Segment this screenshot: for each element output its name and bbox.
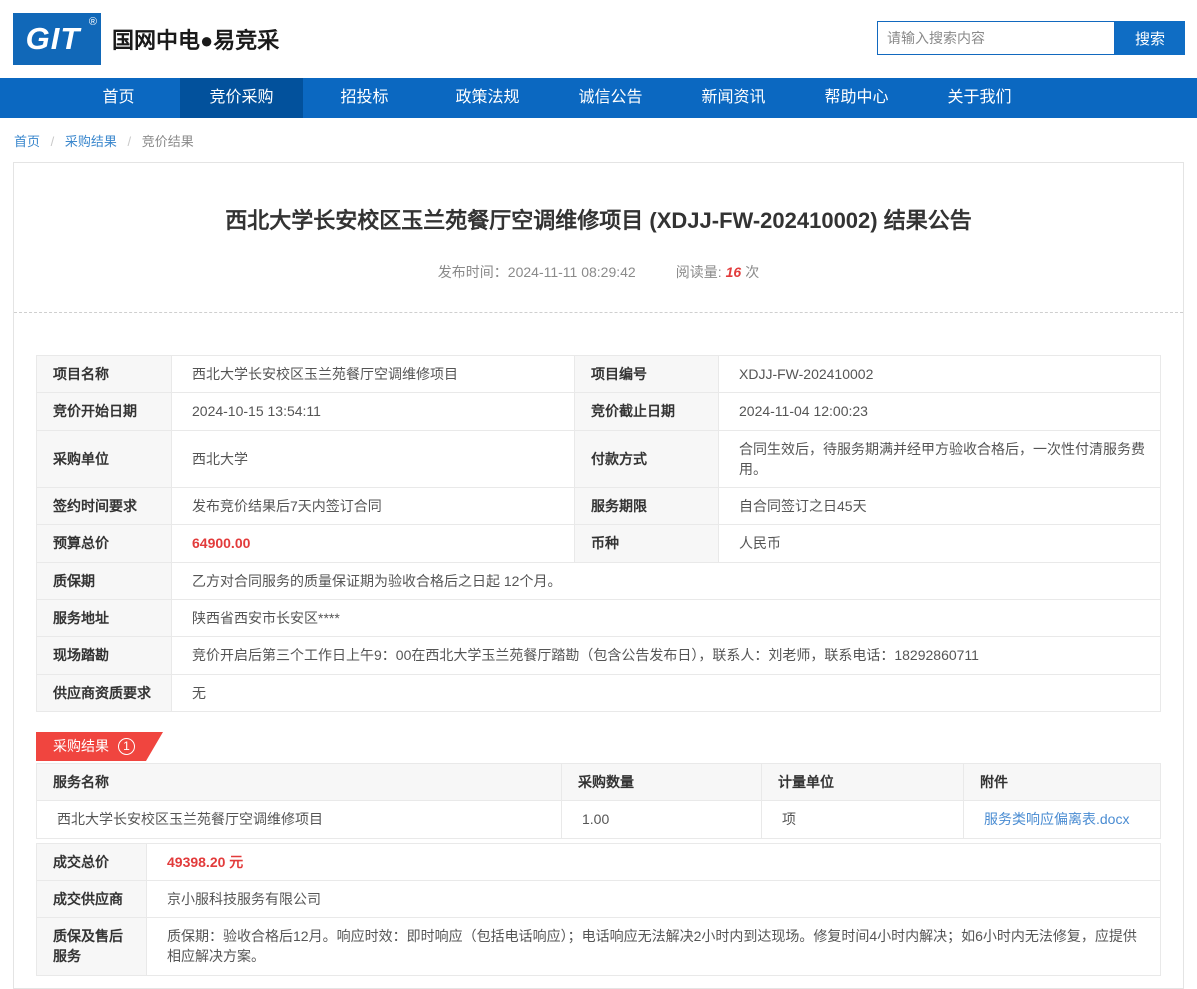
quantity-header: 采购数量 [561,762,762,802]
payment-value: 合同生效后，待服务期满并经甲方验收合格后，一次性付清服务费用。 [718,429,1161,489]
sign-time-label: 签约时间要求 [36,487,172,526]
qualification-label: 供应商资质要求 [36,673,172,712]
quantity-cell: 1.00 [561,800,762,839]
announcement-card: 西北大学长安校区玉兰苑餐厅空调维修项目 (XDJJ-FW-202410002) … [13,162,1184,989]
award-supplier-value: 京小服科技服务有限公司 [146,879,1161,919]
search-button[interactable]: 搜索 [1115,21,1185,55]
breadcrumb-separator: / [50,134,55,149]
publish-time: 发布时间：2024-11-11 08:29:42 [438,264,636,280]
site-survey-label: 现场踏勘 [36,636,172,675]
dashed-divider [14,312,1183,313]
buyer-value: 西北大学 [171,429,575,489]
bid-end-value: 2024-11-04 12:00:23 [718,392,1161,431]
page-title: 西北大学长安校区玉兰苑餐厅空调维修项目 (XDJJ-FW-202410002) … [225,208,972,233]
table-row: 项目名称 西北大学长安校区玉兰苑餐厅空调维修项目 项目编号 XDJJ-FW-20… [36,354,1161,394]
table-row: 西北大学长安校区玉兰苑餐厅空调维修项目 1.00 项 服务类响应偏离表.docx [36,800,1161,839]
project-name-value: 西北大学长安校区玉兰苑餐厅空调维修项目 [171,354,575,394]
nav-item-news[interactable]: 新闻资讯 [672,78,795,118]
views-unit: 次 [745,264,760,280]
nav-item-policies[interactable]: 政策法规 [426,78,549,118]
views-count: 16 [725,264,742,280]
procurement-result-badge-label: 采购结果 [53,738,109,755]
result-count-badge: 1 [118,738,135,755]
project-name-label: 项目名称 [36,354,172,394]
table-row: 成交总价 49398.20 元 [36,842,1161,881]
search-input[interactable] [877,21,1115,55]
nav-item-home[interactable]: 首页 [57,78,180,118]
table-row: 服务地址 陕西省西安市长安区**** [36,599,1161,638]
project-code-label: 项目编号 [574,354,719,394]
breadcrumb-home-link[interactable]: 首页 [14,134,40,149]
breadcrumb-procurement-results-link[interactable]: 采购结果 [65,134,117,149]
service-name-cell: 西北大学长安校区玉兰苑餐厅空调维修项目 [36,800,562,839]
aftersale-value: 质保期：验收合格后12月。响应时效：即时响应（包括电话响应）；电话响应无法解决2… [146,917,1161,976]
currency-value: 人民币 [718,524,1161,563]
registered-trademark-icon: ® [88,16,97,28]
table-header-row: 服务名称 采购数量 计量单位 附件 [36,762,1161,802]
attachment-header: 附件 [963,762,1161,802]
bid-start-value: 2024-10-15 13:54:11 [171,392,575,431]
site-header: GIT ® 国网中电●易竞采 搜索 [0,0,1197,78]
qualification-value: 无 [171,673,1161,712]
service-period-label: 服务期限 [574,487,719,526]
logo-text: GIT [25,21,81,56]
breadcrumb: 首页 / 采购结果 / 竞价结果 [0,118,1197,162]
tables-section: 项目名称 西北大学长安校区玉兰苑餐厅空调维修项目 项目编号 XDJJ-FW-20… [36,354,1161,976]
table-row: 预算总价 64900.00 币种 人民币 [36,524,1161,563]
nav-item-tendering[interactable]: 招投标 [303,78,426,118]
views: 阅读量: 16 次 [676,264,759,280]
nav-item-integrity-notice[interactable]: 诚信公告 [549,78,672,118]
attachment-link[interactable]: 服务类响应偏离表.docx [984,811,1129,827]
award-supplier-label: 成交供应商 [36,879,147,919]
procurement-result-badge: 采购结果 1 [36,732,163,761]
award-total-value: 49398.20 元 [146,842,1161,881]
bid-end-label: 竞价截止日期 [574,392,719,431]
search-bar: 搜索 [877,21,1185,55]
budget-value: 64900.00 [171,524,575,563]
nav-item-help-center[interactable]: 帮助中心 [795,78,918,118]
warranty-value: 乙方对合同服务的质量保证期为验收合格后之日起 12个月。 [171,561,1161,601]
main-nav: 首页 竞价采购 招投标 政策法规 诚信公告 新闻资讯 帮助中心 关于我们 [0,78,1197,118]
site-logo[interactable]: GIT ® [13,13,101,65]
service-address-value: 陕西省西安市长安区**** [171,599,1161,638]
project-info-table: 项目名称 西北大学长安校区玉兰苑餐厅空调维修项目 项目编号 XDJJ-FW-20… [36,354,1161,712]
aftersale-label: 质保及售后服务 [36,917,147,976]
result-table: 服务名称 采购数量 计量单位 附件 西北大学长安校区玉兰苑餐厅空调维修项目 1.… [36,762,1161,839]
table-row: 签约时间要求 发布竞价结果后7天内签订合同 服务期限 自合同签订之日45天 [36,487,1161,526]
unit-cell: 项 [761,800,964,839]
table-row: 竞价开始日期 2024-10-15 13:54:11 竞价截止日期 2024-1… [36,392,1161,431]
table-row: 成交供应商 京小服科技服务有限公司 [36,879,1161,919]
sign-time-value: 发布竞价结果后7天内签订合同 [171,487,575,526]
service-address-label: 服务地址 [36,599,172,638]
currency-label: 币种 [574,524,719,563]
views-label: 阅读量: [675,264,722,280]
table-row: 质保期 乙方对合同服务的质量保证期为验收合格后之日起 12个月。 [36,561,1161,601]
project-code-value: XDJJ-FW-202410002 [718,354,1161,394]
table-row: 采购单位 西北大学 付款方式 合同生效后，待服务期满并经甲方验收合格后，一次性付… [36,429,1161,489]
table-row: 质保及售后服务 质保期：验收合格后12月。响应时效：即时响应（包括电话响应）；电… [36,917,1161,976]
article-meta: 发布时间：2024-11-11 08:29:42 阅读量: 16 次 [14,262,1183,282]
breadcrumb-separator: / [127,134,132,149]
breadcrumb-current: 竞价结果 [141,134,194,149]
table-row: 现场踏勘 竞价开启后第三个工作日上午9：00在西北大学玉兰苑餐厅踏勘（包含公告发… [36,636,1161,675]
award-total-label: 成交总价 [36,842,147,881]
service-name-header: 服务名称 [36,762,562,802]
publish-time-value: 2024-11-11 08:29:42 [507,264,636,280]
brand-title: 国网中电●易竞采 [112,28,280,53]
table-row: 供应商资质要求 无 [36,673,1161,712]
publish-time-label: 发布时间： [437,264,508,280]
buyer-label: 采购单位 [36,429,172,489]
payment-label: 付款方式 [574,429,719,489]
site-survey-value: 竞价开启后第三个工作日上午9：00在西北大学玉兰苑餐厅踏勘（包含公告发布日），联… [171,636,1161,675]
budget-label: 预算总价 [36,524,172,563]
nav-item-about-us[interactable]: 关于我们 [918,78,1041,118]
nav-item-bidding-procurement[interactable]: 竞价采购 [180,78,303,118]
award-summary-table: 成交总价 49398.20 元 成交供应商 京小服科技服务有限公司 质保及售后服… [36,842,1161,976]
service-period-value: 自合同签订之日45天 [718,487,1161,526]
warranty-label: 质保期 [36,561,172,601]
bid-start-label: 竞价开始日期 [36,392,172,431]
unit-header: 计量单位 [761,762,964,802]
